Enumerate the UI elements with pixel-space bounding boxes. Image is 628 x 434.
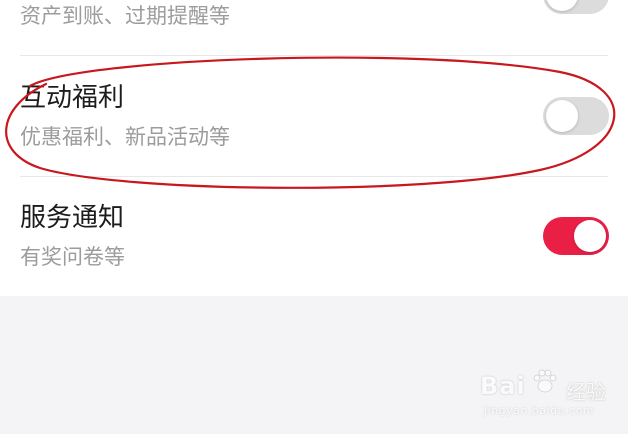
service-notification-toggle[interactable] (543, 217, 609, 255)
watermark-url: jingyan.baidu.com (484, 404, 595, 417)
settings-row-asset-reminder: 资产到账、过期提醒等 (0, 0, 628, 56)
paw-icon (533, 369, 557, 393)
asset-reminder-toggle[interactable] (543, 0, 609, 14)
baidu-jingyan-watermark: Bai 经验 jingyan.baidu.com (480, 362, 620, 422)
settings-row-title: 服务通知 (20, 203, 125, 233)
settings-row-subtitle: 优惠福利、新品活动等 (20, 125, 230, 149)
toggle-knob (546, 0, 578, 11)
settings-row-subtitle: 有奖问卷等 (20, 245, 125, 269)
settings-row-title: 互动福利 (20, 83, 125, 113)
watermark-brand-suffix: 经验 (566, 380, 606, 404)
toggle-knob (546, 100, 578, 132)
interactive-benefits-toggle[interactable] (543, 97, 609, 135)
watermark-brand: Bai (480, 372, 526, 400)
notification-settings-list: 资产到账、过期提醒等 互动福利 优惠福利、新品活动等 服务通知 有奖问卷等 (0, 0, 628, 296)
settings-row-subtitle: 资产到账、过期提醒等 (20, 4, 230, 28)
settings-row-interactive-benefits: 互动福利 优惠福利、新品活动等 (0, 56, 628, 176)
toggle-knob (574, 220, 606, 252)
settings-row-service-notification: 服务通知 有奖问卷等 (0, 177, 628, 296)
